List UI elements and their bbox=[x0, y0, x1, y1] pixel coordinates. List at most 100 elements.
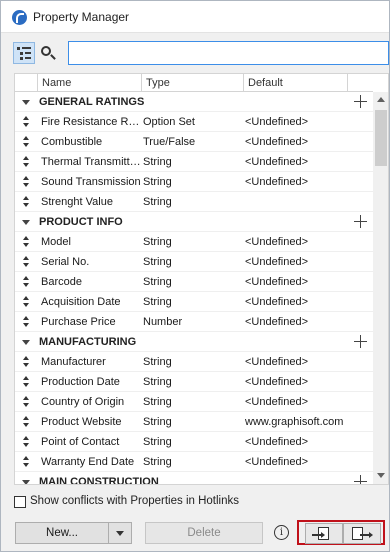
table-row[interactable]: Purchase Price Number <Undefined> bbox=[15, 312, 373, 332]
title-bar: Property Manager bbox=[1, 1, 389, 33]
column-header-name[interactable]: Name bbox=[37, 74, 141, 92]
cell-type: String bbox=[143, 276, 172, 288]
cell-name: Thermal Transmittance bbox=[41, 156, 141, 168]
table-row[interactable]: Combustible True/False <Undefined> bbox=[15, 132, 373, 152]
info-button[interactable]: i bbox=[271, 522, 291, 544]
cell-name: Purchase Price bbox=[41, 316, 116, 328]
drag-handle-icon[interactable] bbox=[23, 196, 30, 208]
cell-type: String bbox=[143, 356, 172, 368]
table-row[interactable]: Thermal TransmittanceString <Undefined> bbox=[15, 152, 373, 172]
cell-name: Acquisition Date bbox=[41, 296, 121, 308]
cell-type: String bbox=[143, 256, 172, 268]
import-button[interactable] bbox=[305, 523, 343, 544]
cell-default: <Undefined> bbox=[245, 276, 308, 288]
grid-header: Name Type Default bbox=[15, 74, 373, 92]
drag-handle-icon[interactable] bbox=[23, 136, 30, 148]
table-row[interactable]: Barcode String <Undefined> bbox=[15, 272, 373, 292]
new-button[interactable]: New... bbox=[15, 522, 109, 544]
table-row[interactable]: Strenght Value String bbox=[15, 192, 373, 212]
drag-handle-icon[interactable] bbox=[23, 256, 30, 268]
table-row[interactable]: Point of Contact String <Undefined> bbox=[15, 432, 373, 452]
chevron-down-icon[interactable] bbox=[22, 480, 30, 484]
cell-default: <Undefined> bbox=[245, 316, 308, 328]
table-row[interactable]: Country of Origin String <Undefined> bbox=[15, 392, 373, 412]
chevron-down-icon[interactable] bbox=[22, 100, 30, 105]
tree-view-icon[interactable] bbox=[13, 42, 35, 64]
cell-default: <Undefined> bbox=[245, 436, 308, 448]
table-row[interactable]: Warranty End Date String <Undefined> bbox=[15, 452, 373, 472]
property-manager-window: Property Manager Name Type Default GENER… bbox=[0, 0, 390, 552]
drag-handle-icon[interactable] bbox=[23, 456, 30, 468]
cell-type: String bbox=[143, 156, 172, 168]
drag-handle-icon[interactable] bbox=[23, 236, 30, 248]
column-header-type[interactable]: Type bbox=[141, 74, 243, 92]
table-row[interactable]: Production Date String <Undefined> bbox=[15, 372, 373, 392]
table-row[interactable]: Fire Resistance RatingOption Set <Undefin… bbox=[15, 112, 373, 132]
cell-default: <Undefined> bbox=[245, 256, 308, 268]
import-export-group bbox=[297, 520, 385, 545]
cell-name: Warranty End Date bbox=[41, 456, 135, 468]
scroll-down-icon[interactable] bbox=[377, 473, 385, 478]
group-row-general-ratings[interactable]: GENERAL RATINGS bbox=[15, 92, 373, 112]
export-button[interactable] bbox=[343, 523, 381, 544]
cell-default: <Undefined> bbox=[245, 456, 308, 468]
cell-default: www.graphisoft.com bbox=[245, 416, 344, 428]
drag-handle-icon[interactable] bbox=[23, 316, 30, 328]
search-input[interactable] bbox=[68, 41, 389, 65]
show-conflicts-label: Show conflicts with Properties in Hotlin… bbox=[30, 495, 239, 507]
button-bar: New... Delete i bbox=[1, 520, 389, 546]
group-row-product-info[interactable]: PRODUCT INFO bbox=[15, 212, 373, 232]
drag-handle-icon[interactable] bbox=[23, 156, 30, 168]
delete-button[interactable]: Delete bbox=[145, 522, 263, 544]
group-row-manufacturing[interactable]: MANUFACTURING bbox=[15, 332, 373, 352]
scroll-up-icon[interactable] bbox=[377, 97, 385, 102]
cell-name: Fire Resistance Rating bbox=[41, 116, 141, 128]
drag-handle-icon[interactable] bbox=[23, 116, 30, 128]
column-header-default[interactable]: Default bbox=[243, 74, 347, 92]
app-logo-icon bbox=[12, 10, 27, 25]
table-row[interactable]: Manufacturer String <Undefined> bbox=[15, 352, 373, 372]
drag-handle-icon[interactable] bbox=[23, 416, 30, 428]
scroll-thumb[interactable] bbox=[375, 110, 387, 166]
table-row[interactable]: Acquisition Date String <Undefined> bbox=[15, 292, 373, 312]
table-row[interactable]: Model String <Undefined> bbox=[15, 232, 373, 252]
cell-type: String bbox=[143, 396, 172, 408]
group-row-main-construction[interactable]: MAIN CONSTRUCTION bbox=[15, 472, 373, 484]
add-icon[interactable] bbox=[354, 95, 367, 108]
info-icon: i bbox=[274, 525, 289, 540]
search-icon[interactable] bbox=[37, 42, 59, 64]
cell-default bbox=[245, 192, 345, 212]
cell-type: String bbox=[143, 436, 172, 448]
drag-handle-icon[interactable] bbox=[23, 276, 30, 288]
show-conflicts-option[interactable]: Show conflicts with Properties in Hotlin… bbox=[14, 494, 374, 510]
add-icon[interactable] bbox=[354, 475, 367, 484]
cell-name: Product Website bbox=[41, 416, 122, 428]
search-handle bbox=[50, 54, 56, 60]
new-dropdown-button[interactable] bbox=[108, 522, 132, 544]
table-row[interactable]: Sound Transmission String <Undefined> bbox=[15, 172, 373, 192]
drag-handle-icon[interactable] bbox=[23, 436, 30, 448]
cell-name: Combustible bbox=[41, 136, 103, 148]
table-row[interactable]: Product Website String www.graphisoft.com bbox=[15, 412, 373, 432]
cell-default: <Undefined> bbox=[245, 356, 308, 368]
cell-default: <Undefined> bbox=[245, 116, 308, 128]
table-row[interactable]: Serial No. String <Undefined> bbox=[15, 252, 373, 272]
cell-type: True/False bbox=[143, 136, 196, 148]
chevron-down-icon[interactable] bbox=[22, 220, 30, 225]
drag-handle-icon[interactable] bbox=[23, 296, 30, 308]
group-label: PRODUCT INFO bbox=[39, 216, 123, 228]
cell-type: String bbox=[143, 416, 172, 428]
drag-handle-icon[interactable] bbox=[23, 356, 30, 368]
grid-rows: GENERAL RATINGS Fire Resistance RatingOp… bbox=[15, 92, 373, 484]
drag-handle-icon[interactable] bbox=[23, 176, 30, 188]
cell-default: <Undefined> bbox=[245, 376, 308, 388]
show-conflicts-checkbox[interactable] bbox=[14, 496, 26, 508]
drag-handle-icon[interactable] bbox=[23, 396, 30, 408]
add-icon[interactable] bbox=[354, 215, 367, 228]
header-end bbox=[347, 74, 373, 92]
add-icon[interactable] bbox=[354, 335, 367, 348]
cell-default: <Undefined> bbox=[245, 236, 308, 248]
drag-handle-icon[interactable] bbox=[23, 376, 30, 388]
chevron-down-icon[interactable] bbox=[22, 340, 30, 345]
vertical-scrollbar[interactable] bbox=[373, 92, 388, 484]
